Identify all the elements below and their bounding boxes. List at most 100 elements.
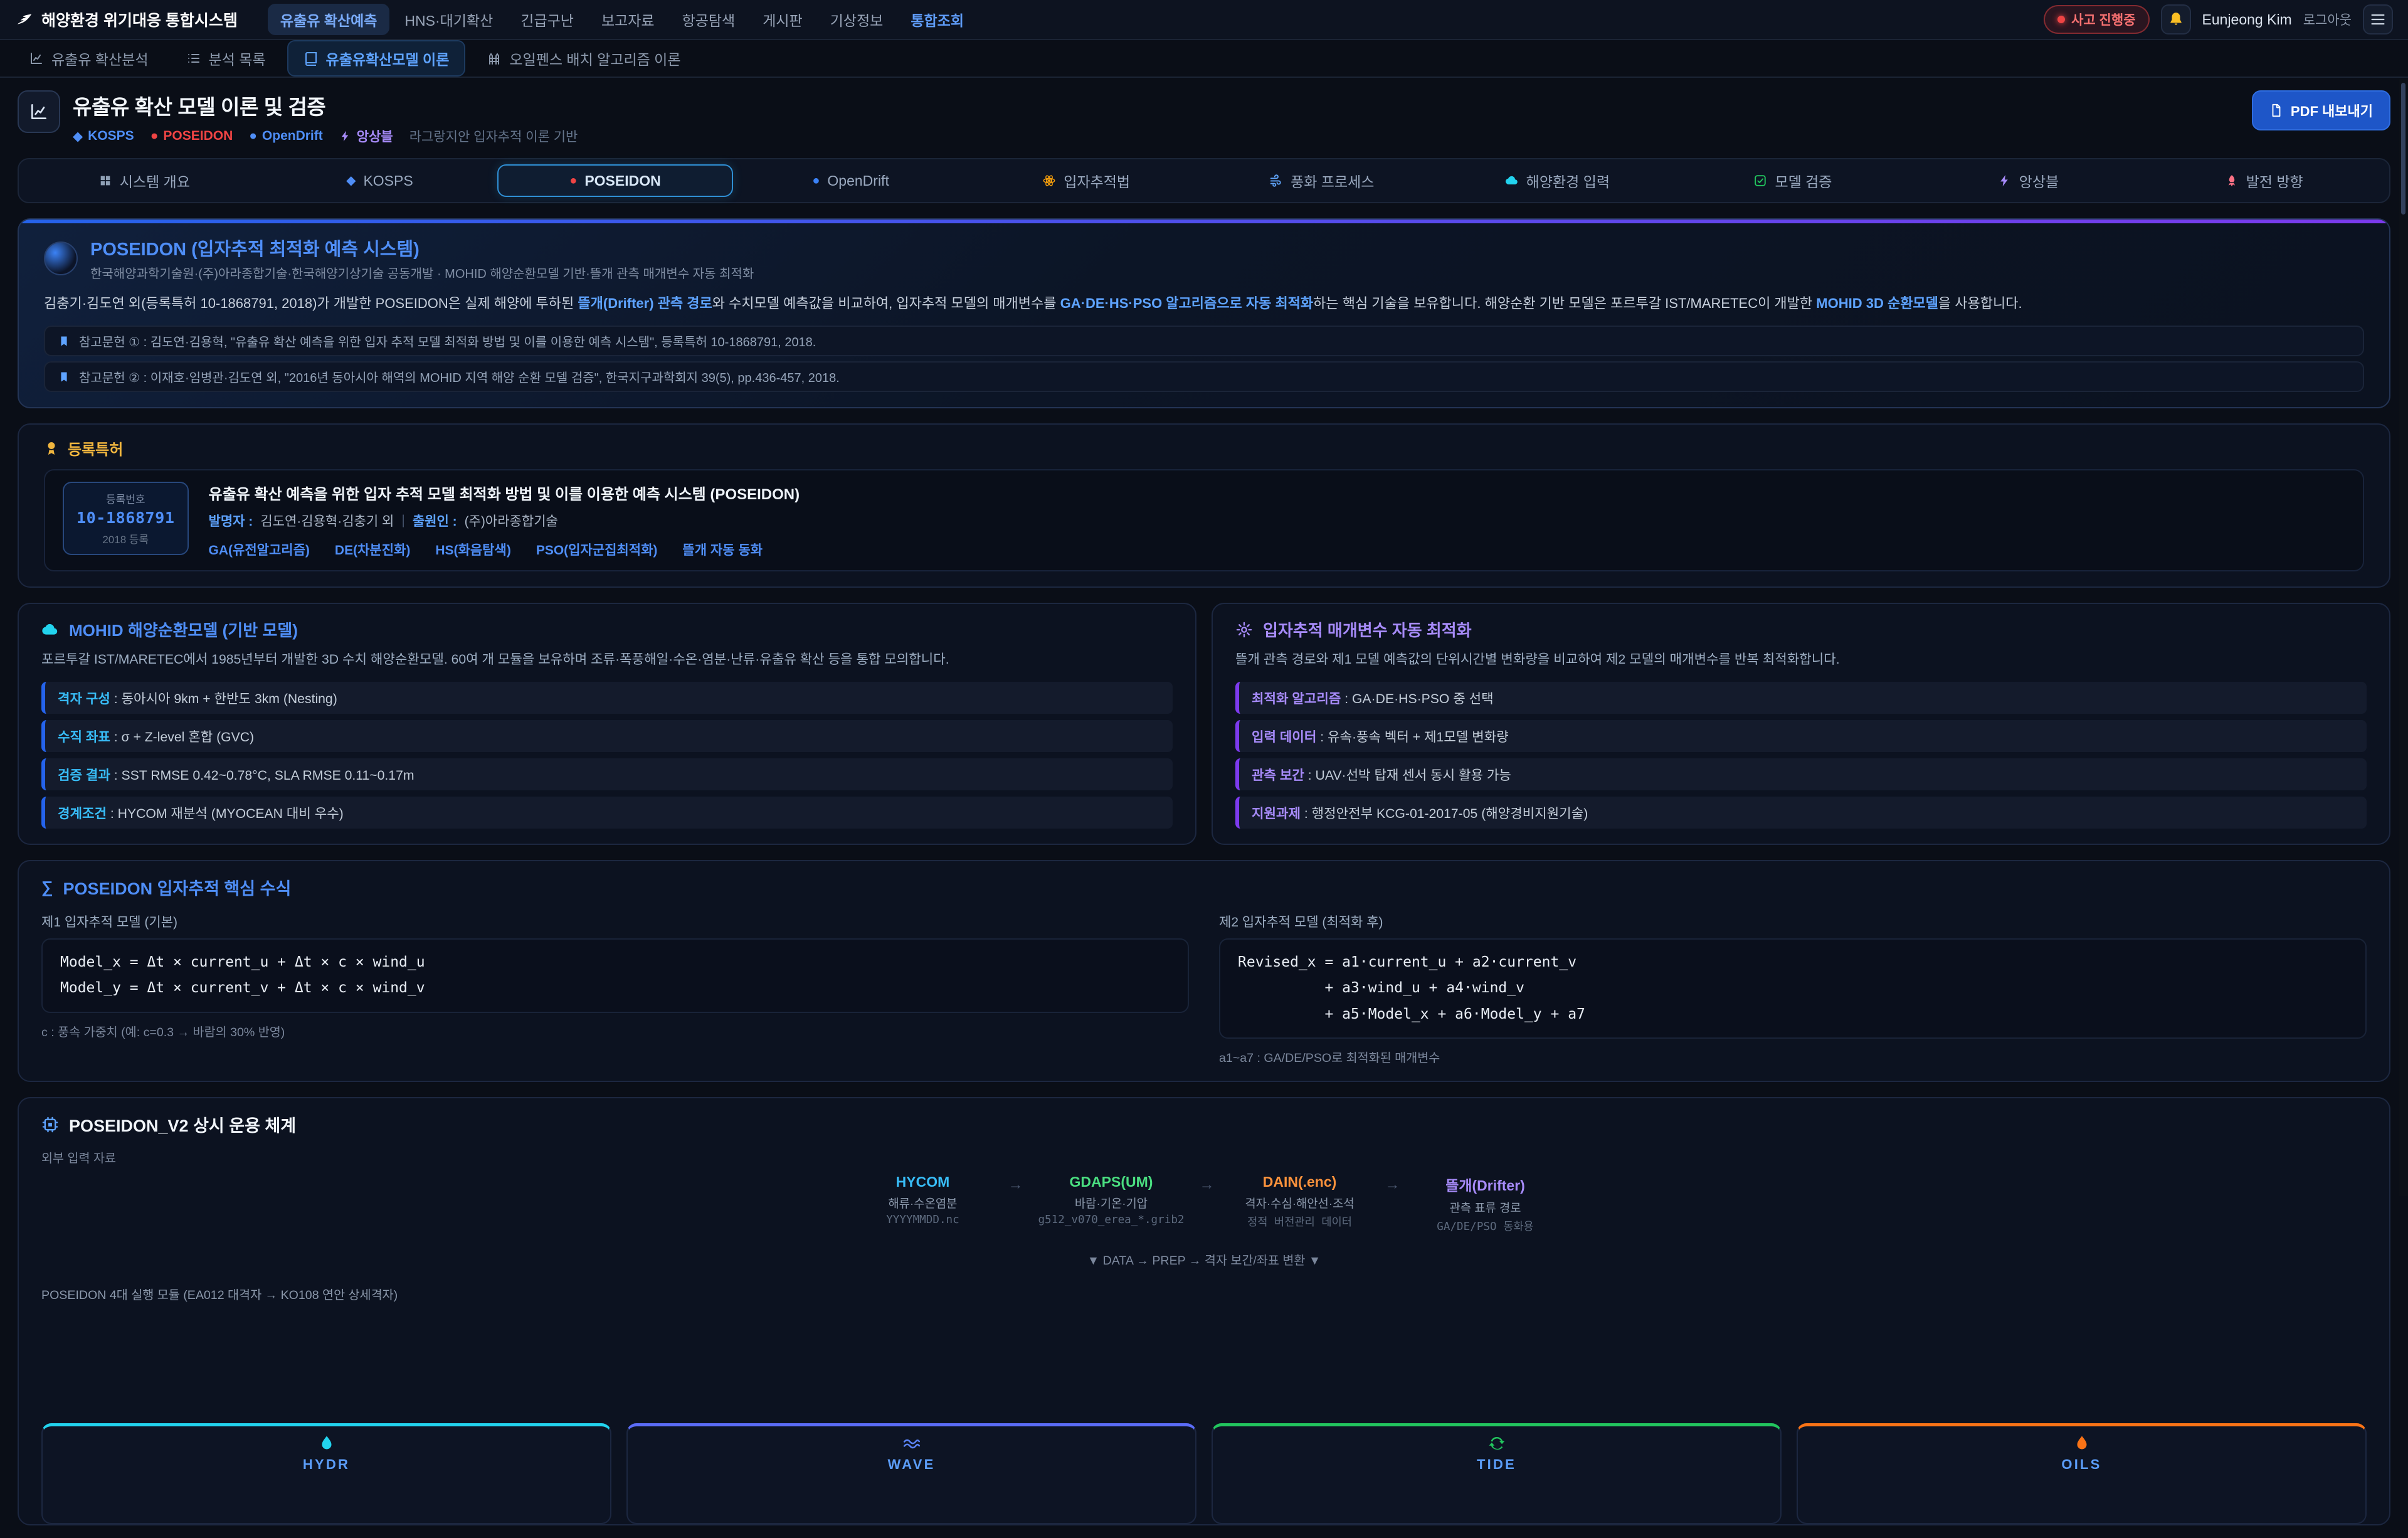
nav-item-board[interactable]: 게시판	[750, 4, 815, 35]
tab-analysis-list[interactable]: 분석 목록	[170, 40, 282, 77]
incident-status-badge[interactable]: 사고 진행중	[2044, 5, 2149, 34]
tag-ga[interactable]: GA(유전알고리즘)	[209, 540, 310, 559]
nav-item-emergency-rescue[interactable]: 긴급구난	[508, 4, 586, 35]
spec-label: 최적화 알고리즘	[1252, 692, 1341, 706]
model-detail-columns: MOHID 해양순환모델 (기반 모델) 포르투갈 IST/MARETEC에서 …	[18, 603, 2390, 845]
section-system-overview[interactable]: 시스템 개요	[26, 164, 262, 197]
tab-diffusion-model-theory[interactable]: 유출유확산모델 이론	[287, 40, 466, 77]
tag-de[interactable]: DE(차분진화)	[335, 540, 410, 559]
section-nav: 시스템 개요 ◆KOSPS ● POSEIDON ●OpenDrift 입자추적법…	[18, 158, 2390, 203]
rocket-icon	[2225, 174, 2239, 188]
section-label: 시스템 개요	[120, 170, 190, 191]
section-label: POSEIDON	[584, 172, 660, 189]
page-title: 유출유 확산 모델 이론 및 검증	[73, 90, 578, 120]
tag-opendrift: ●OpenDrift	[249, 129, 323, 144]
model1-label: 제1 입자추적 모델 (기본)	[41, 912, 1189, 931]
incident-dot-icon	[2057, 16, 2065, 23]
section-ocean-env-input[interactable]: 해양환경 입력	[1440, 164, 1676, 197]
sub-tabbar: 유출유 확산분석 분석 목록 유출유확산모델 이론 오일펜스 배치 알고리즘 이…	[0, 40, 2408, 78]
source-desc: 해류·수온염분	[852, 1194, 993, 1211]
section-weathering-process[interactable]: 풍화 프로세스	[1204, 164, 1440, 197]
app-logo[interactable]: 해양환경 위기대응 통합시스템	[15, 8, 238, 31]
section-label: 풍화 프로세스	[1291, 170, 1374, 191]
tag-pso[interactable]: PSO(입자군집최적화)	[536, 540, 658, 559]
mohid-card-title: MOHID 해양순환모델 (기반 모델)	[69, 618, 298, 641]
v2-card-title: POSEIDON_V2 상시 운용 체계	[69, 1112, 296, 1137]
nav-item-hns-atmospheric[interactable]: HNS·대기확산	[392, 4, 505, 35]
pdf-export-label: PDF 내보내기	[2291, 100, 2373, 120]
poseidon-card-titles: POSEIDON (입자추적 최적화 예측 시스템) 한국해양과학기술원·(주)…	[90, 235, 754, 282]
flow-arrow-icon: →	[1008, 1174, 1023, 1194]
nav-item-oil-spill-prediction[interactable]: 유출유 확산예측	[268, 4, 390, 35]
tag-poseidon-label: POSEIDON	[163, 129, 233, 144]
execution-modules-label: POSEIDON 4대 실행 모듈 (EA012 대격자 → KO108 연안 …	[41, 1285, 2367, 1303]
tide-cycle-icon	[1487, 1434, 1506, 1453]
patent-number: 10-1868791	[77, 509, 175, 527]
spec-label: 지원과제	[1252, 807, 1301, 821]
source-name: 뜰개(Drifter)	[1415, 1174, 1556, 1195]
tab-spill-analysis[interactable]: 유출유 확산분석	[13, 40, 165, 77]
source-file: 정적 버전관리 데이터	[1230, 1214, 1370, 1229]
spec-value: : SST RMSE 0.42~0.78°C, SLA RMSE 0.11~0.…	[110, 768, 415, 783]
tab-oil-fence-algorithm-theory[interactable]: 오일펜스 배치 알고리즘 이론	[470, 40, 697, 77]
section-opendrift[interactable]: ●OpenDrift	[733, 164, 969, 197]
dot-icon: ●	[569, 174, 577, 187]
topbar-right: 사고 진행중 Eunjeong Kim 로그아웃	[2044, 4, 2393, 34]
module-card-wave[interactable]: WAVE	[626, 1423, 1196, 1524]
model2-note: a1~a7 : GA/DE/PSO로 최적화된 매개변수	[1219, 1047, 2367, 1066]
section-poseidon[interactable]: ● POSEIDON	[497, 164, 733, 197]
main-nav: 유출유 확산예측 HNS·대기확산 긴급구난 보고자료 항공탐색 게시판 기상정…	[268, 4, 976, 35]
patent-card: 등록특허 등록번호 10-1868791 2018 등록 유출유 확산 예측을 …	[18, 423, 2390, 588]
nav-item-aerial-search[interactable]: 항공탐색	[670, 4, 748, 35]
section-kosps[interactable]: ◆KOSPS	[262, 164, 498, 197]
inventor-label: 발명자 :	[209, 511, 253, 530]
dot-icon: ●	[249, 129, 257, 144]
nav-item-reports[interactable]: 보고자료	[589, 4, 667, 35]
reference-text: 참고문헌 ① : 김도연·김용혁, "유출유 확산 예측을 위한 입자 추적 모…	[79, 332, 816, 350]
module-card-hydr[interactable]: HYDR	[41, 1423, 611, 1524]
patent-algorithm-tags: GA(유전알고리즘) DE(차분진화) HS(화음탐색) PSO(입자군집최적화…	[209, 540, 800, 559]
section-model-validation[interactable]: 모델 검증	[1675, 164, 1911, 197]
scrollbar-track[interactable]	[2399, 79, 2408, 1196]
logout-link[interactable]: 로그아웃	[2303, 10, 2352, 29]
module-card-tide[interactable]: TIDE	[1212, 1423, 1782, 1524]
module-name: HYDR	[43, 1456, 610, 1473]
tag-hs[interactable]: HS(화음탐색)	[435, 540, 510, 559]
section-particle-tracking[interactable]: 입자추적법	[968, 164, 1204, 197]
gear-icon	[1235, 621, 1253, 639]
spec-value: : σ + Z-level 혼합 (GVC)	[110, 730, 254, 745]
scrollbar-thumb[interactable]	[2401, 83, 2405, 215]
data-prep-flow-label: ▼ DATA → PREP → 격자 보간/좌표 변환 ▼	[41, 1250, 2367, 1268]
model2-label: 제2 입자추적 모델 (최적화 후)	[1219, 912, 2367, 931]
reference-list: 참고문헌 ① : 김도연·김용혁, "유출유 확산 예측을 위한 입자 추적 모…	[44, 326, 2364, 392]
spec-label: 입력 데이터	[1252, 730, 1316, 745]
bookmark-icon	[58, 335, 70, 347]
poseidon-card-header: POSEIDON (입자추적 최적화 예측 시스템) 한국해양과학기술원·(주)…	[44, 235, 2364, 282]
page-content: 유출유 확산 모델 이론 및 검증 ◆KOSPS ● POSEIDON ●Open…	[0, 78, 2408, 1538]
nav-item-integrated-search[interactable]: 통합조회	[898, 4, 976, 35]
code-line: Revised_x = a1·current_u + a2·current_v	[1238, 950, 2348, 975]
tag-drifter-assimilation[interactable]: 뜰개 자동 동화	[682, 540, 763, 559]
patent-number-label: 등록번호	[77, 491, 175, 506]
execution-modules-grid: HYDR WAVE TIDE OILS	[41, 1423, 2367, 1524]
section-ensemble[interactable]: 앙상블	[1911, 164, 2147, 197]
module-card-oils[interactable]: OILS	[1797, 1423, 2367, 1524]
menu-button[interactable]	[2363, 4, 2393, 34]
flow-arrow-icon: →	[1200, 1174, 1215, 1194]
spec-row: 격자 구성 : 동아시아 9km + 한반도 3km (Nesting)	[41, 682, 1173, 714]
notifications-button[interactable]	[2161, 4, 2191, 34]
poseidon-subtitle: 한국해양과학기술원·(주)아라종합기술·한국해양기상기술 공동개발 · MOHI…	[90, 263, 754, 282]
pdf-export-button[interactable]: PDF 내보내기	[2252, 90, 2390, 130]
section-future-direction[interactable]: 발전 방향	[2146, 164, 2382, 197]
reference-item: 참고문헌 ① : 김도연·김용혁, "유출유 확산 예측을 위한 입자 추적 모…	[44, 326, 2364, 356]
nav-item-weather-info[interactable]: 기상정보	[818, 4, 896, 35]
formula-card: ∑ POSEIDON 입자추적 핵심 수식 제1 입자추적 모델 (기본) Mo…	[18, 860, 2390, 1082]
section-label: 입자추적법	[1064, 170, 1130, 191]
source-desc: 격자·수심·해안선·조석	[1230, 1194, 1370, 1211]
patent-year: 2018 등록	[77, 531, 175, 546]
description-highlight: GA·DE·HS·PSO 알고리즘으로 자동 최적화	[1060, 295, 1314, 311]
model1-column: 제1 입자추적 모델 (기본) Model_x = Δt × current_u…	[41, 899, 1189, 1066]
dot-icon: ●	[812, 174, 820, 187]
list-icon	[186, 51, 201, 66]
poseidon-description: 김충기·김도연 외(등록특허 10-1868791, 2018)가 개발한 PO…	[44, 293, 2364, 314]
